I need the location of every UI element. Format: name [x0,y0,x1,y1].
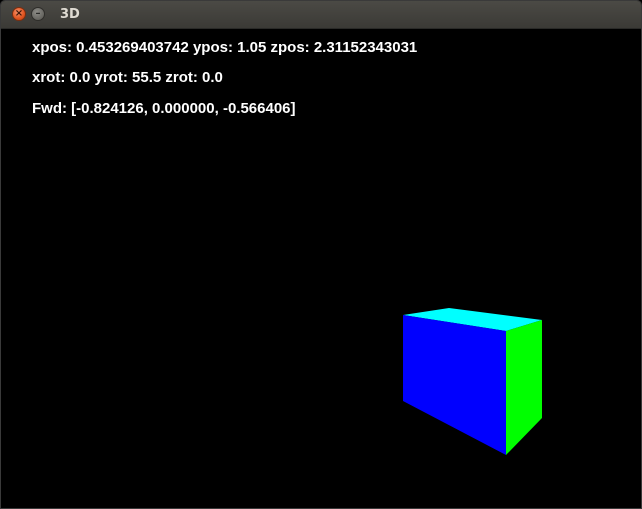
3d-viewport[interactable]: xpos: 0.453269403742 ypos: 1.05 zpos: 2.… [1,29,641,508]
cube-front-face [403,315,506,455]
scene-canvas [403,308,542,455]
minimize-button[interactable]: – [31,7,45,21]
cube-side-face [506,320,542,455]
window-title: 3D [60,7,80,22]
app-window: × – 3D xpos: 0.453269403742 ypos: 1.05 z… [0,0,642,509]
close-button[interactable]: × [12,7,26,21]
cube [403,308,542,455]
close-icon: × [14,8,24,19]
minimize-icon: – [35,8,41,19]
title-bar[interactable]: × – 3D [1,1,641,29]
